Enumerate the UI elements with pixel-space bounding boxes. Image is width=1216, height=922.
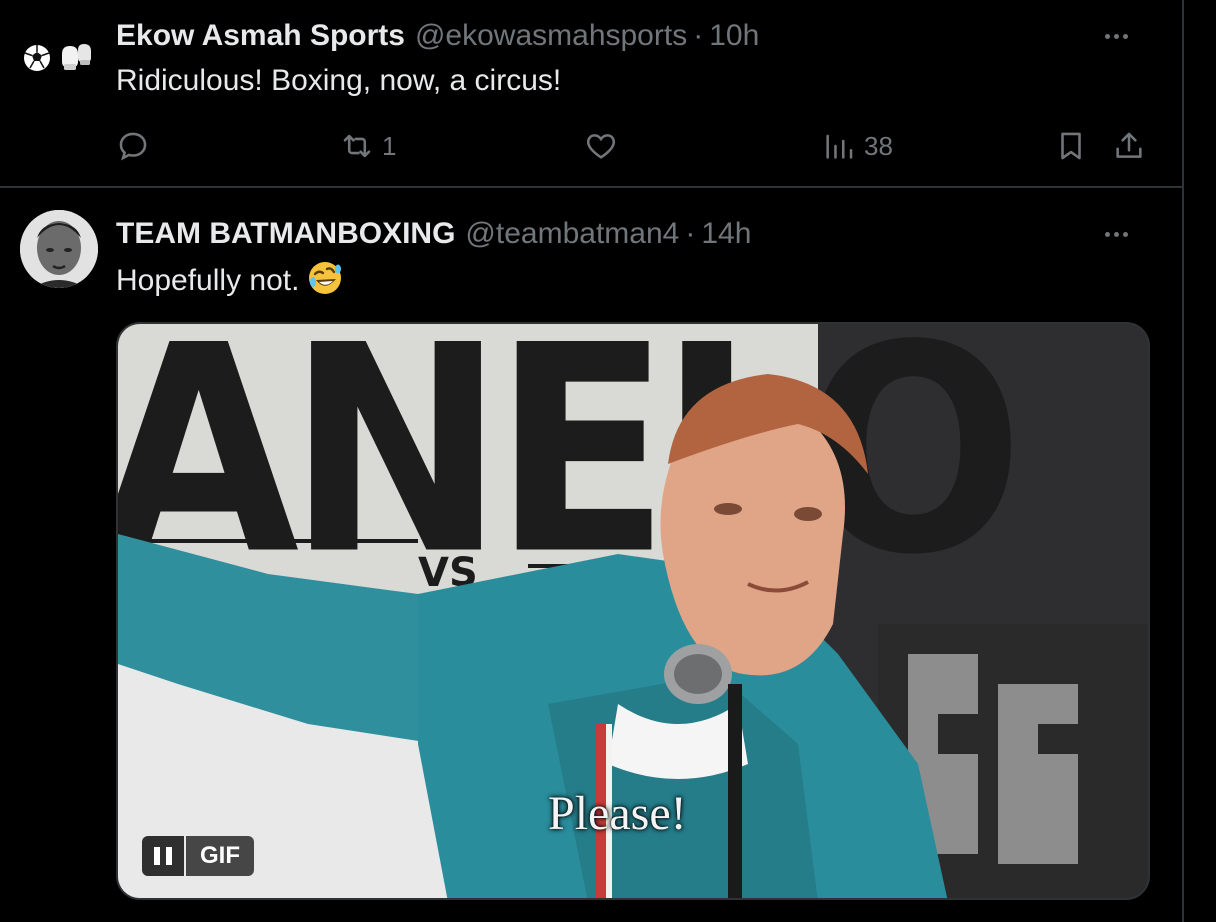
display-name[interactable]: Ekow Asmah Sports: [116, 18, 405, 54]
retweet-count: 1: [382, 130, 397, 161]
pause-icon[interactable]: [142, 836, 184, 876]
gif-caption: Please!: [548, 787, 687, 840]
views-count: 38: [864, 130, 893, 161]
views-button[interactable]: 38: [822, 124, 893, 168]
heart-icon: [586, 134, 616, 159]
bookmark-icon: [1061, 132, 1081, 160]
tweet-text-row: Hopefully not.: [116, 260, 343, 306]
boxing-glove-icon: [62, 44, 91, 70]
tweet-text: Ridiculous! Boxing, now, a circus!: [116, 64, 562, 97]
gif-badge: GIF: [186, 836, 254, 876]
gif-media[interactable]: ANELO VS Please! GIF: [116, 322, 1150, 900]
timestamp[interactable]: 10h: [709, 18, 759, 54]
retweet-button[interactable]: 1: [340, 124, 396, 168]
tweet-header: Ekow Asmah Sports @ekowasmahsports · 10h: [116, 18, 759, 54]
handle[interactable]: @ekowasmahsports: [415, 18, 687, 54]
display-name[interactable]: TEAM BATMANBOXING: [116, 216, 455, 252]
tweet-header: TEAM BATMANBOXING @teambatman4 · 14h: [116, 216, 751, 252]
share-icon: [1116, 132, 1142, 158]
more-options-icon[interactable]: [1098, 216, 1134, 252]
column-divider: [1182, 0, 1184, 922]
handle[interactable]: @teambatman4: [465, 216, 679, 252]
timestamp[interactable]: 14h: [701, 216, 751, 252]
analytics-icon: [826, 134, 853, 159]
like-button[interactable]: [584, 124, 626, 168]
bookmark-button[interactable]: [1054, 124, 1088, 168]
avatar[interactable]: [20, 210, 98, 288]
reply-button[interactable]: [116, 124, 158, 168]
rolling-on-floor-laughing-emoji-icon: [307, 260, 343, 306]
tweet-ekow-asmah-sports[interactable]: Ekow Asmah Sports @ekowasmahsports · 10h…: [0, 0, 1182, 188]
timeline: Ekow Asmah Sports @ekowasmahsports · 10h…: [0, 0, 1216, 922]
reply-icon: [119, 132, 147, 161]
avatar-portrait-icon: [20, 210, 98, 288]
separator: ·: [685, 217, 696, 250]
tweet-actions: 1 38: [116, 124, 1154, 168]
separator: ·: [693, 19, 704, 52]
tweet-team-batmanboxing[interactable]: TEAM BATMANBOXING @teambatman4 · 14h Hop…: [0, 190, 1182, 922]
gif-controls: GIF: [142, 836, 254, 876]
retweet-icon: [343, 134, 371, 158]
share-button[interactable]: [1112, 124, 1146, 168]
more-options-icon[interactable]: [1098, 18, 1134, 54]
tweet-text: Hopefully not.: [116, 264, 300, 297]
avatar[interactable]: [22, 40, 102, 76]
soccer-ball-icon: [24, 45, 50, 71]
